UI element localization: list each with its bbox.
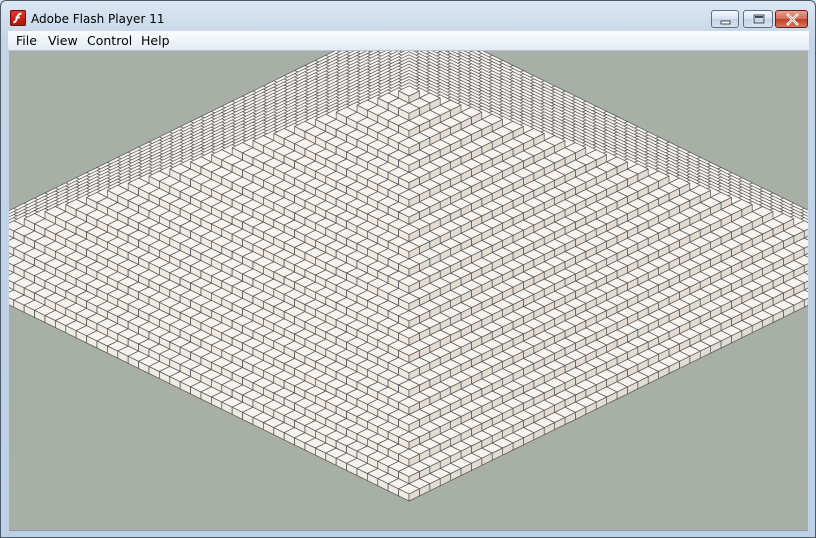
maximize-icon (752, 13, 766, 25)
close-button[interactable] (775, 10, 808, 28)
menu-view[interactable]: View (48, 33, 78, 48)
flash-stage[interactable] (9, 51, 808, 531)
menu-bar: File View Control Help (8, 31, 809, 51)
maximize-button[interactable] (743, 10, 773, 28)
title-bar[interactable]: Adobe Flash Player 11 (1, 1, 815, 31)
menu-control[interactable]: Control (87, 33, 132, 48)
app-window: Adobe Flash Player 11 File View Control … (0, 0, 816, 538)
menu-file[interactable]: File (16, 33, 37, 48)
minimize-button[interactable] (711, 10, 739, 28)
close-icon (786, 13, 799, 26)
minimize-icon (720, 20, 731, 25)
menu-help[interactable]: Help (141, 33, 170, 48)
isometric-pyramid (9, 51, 808, 502)
window-title: Adobe Flash Player 11 (31, 12, 164, 26)
flash-player-icon (10, 10, 26, 26)
